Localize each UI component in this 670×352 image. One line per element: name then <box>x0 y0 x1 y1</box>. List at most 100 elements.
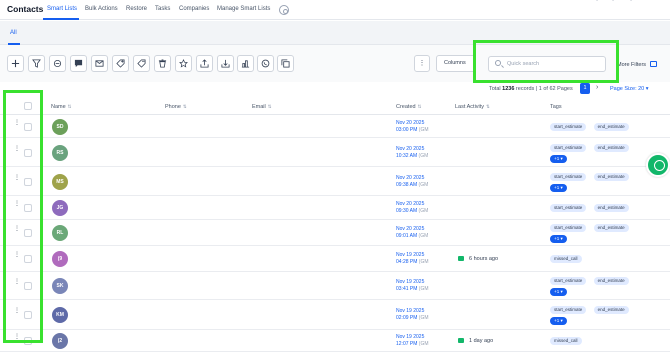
avatar[interactable]: SK <box>52 278 68 294</box>
created-date: Nov 19 2025 <box>396 279 425 285</box>
filter-icon[interactable] <box>28 55 45 72</box>
last-activity: 6 hours ago <box>458 256 498 262</box>
avatar[interactable]: JG <box>52 200 68 216</box>
tag-chip[interactable]: end_estimate <box>593 204 629 212</box>
tag-chip[interactable]: start_estimate <box>550 143 587 152</box>
tag-chip[interactable]: end_estimate <box>593 306 629 314</box>
more-tags-button[interactable]: +1 ▾ <box>550 183 567 192</box>
tag-chip[interactable]: start_estimate <box>550 277 587 285</box>
table-row[interactable]: ⋮ RS Nov 20 2025 10:32 AM (GM start_estimate… <box>0 138 670 167</box>
created-date: Nov 19 2025 <box>396 252 425 258</box>
created-time: 12:07 PM (GM <box>396 341 429 347</box>
avatar[interactable]: SD <box>52 119 68 135</box>
copy-icon[interactable] <box>277 55 294 72</box>
tab-manage-smart-lists[interactable]: Manage Smart Lists <box>217 6 270 12</box>
table-row[interactable]: ⋮ MS Nov 20 2025 09:38 AM (GM start_estimate… <box>0 167 670 196</box>
message-icon[interactable] <box>70 55 87 72</box>
tag-chip[interactable]: missed_call <box>550 337 582 345</box>
columns-button[interactable]: Columns <box>436 55 476 72</box>
created-date: Nov 20 2025 <box>396 226 425 232</box>
created-time: 09:30 AM (GM <box>396 208 429 214</box>
tab-tasks[interactable]: Tasks <box>155 6 170 12</box>
export-icon[interactable] <box>196 55 213 72</box>
more-tags-button[interactable]: +1 ▾ <box>550 317 567 325</box>
created-date: Nov 20 2025 <box>396 174 425 181</box>
column-header-created[interactable]: Created ⇅ <box>396 104 421 110</box>
tag-chip[interactable]: end_estimate <box>593 277 629 285</box>
chat-icon <box>458 338 464 344</box>
table-row[interactable]: ⋮ SK Nov 19 2025 03:41 PM (GM start_estimate… <box>0 272 670 300</box>
avatar[interactable]: (9 <box>52 251 68 267</box>
page-size-select[interactable]: Page Size: 20 ▾ <box>610 86 649 92</box>
chat-widget-button[interactable] <box>646 153 670 177</box>
current-page-button[interactable]: 1 <box>580 83 590 94</box>
column-header-tags: Tags <box>550 104 562 110</box>
column-header-email[interactable]: Email ⇅ <box>252 104 272 110</box>
tag-chip[interactable]: missed_call <box>550 255 582 263</box>
more-tags-button[interactable]: +1 ▾ <box>550 235 567 243</box>
more-filters-button[interactable]: More Filters <box>617 62 646 68</box>
selection-column-highlight-box <box>3 90 43 343</box>
active-tab-indicator <box>43 18 79 20</box>
table-header: Name ⇅ Phone ⇅ Email ⇅ Created ⇅ Last Activi… <box>0 98 670 115</box>
page-title: Contacts <box>7 4 44 14</box>
tag-add-icon[interactable] <box>112 55 129 72</box>
tab-bulk-actions[interactable]: Bulk Actions <box>85 6 118 12</box>
more-tags-button[interactable]: +1 ▾ <box>550 154 567 163</box>
search-highlight-box <box>473 40 619 83</box>
created-time: 03:00 PM (GM <box>396 127 429 133</box>
tag-chip[interactable]: end_estimate <box>593 123 629 131</box>
table-row[interactable]: ⋮ KM Nov 19 2025 02:09 PM (GM start_estimate… <box>0 300 670 330</box>
avatar[interactable]: KM <box>52 307 68 323</box>
chart-icon[interactable] <box>237 55 254 72</box>
whatsapp-icon[interactable] <box>257 55 274 72</box>
chat-icon <box>458 256 464 262</box>
table-row[interactable]: ⋮ (9 Nov 19 2025 04:28 PM (GM 6 hours ago mis… <box>0 246 670 272</box>
tab-smart-lists[interactable]: Smart Lists <box>47 6 77 12</box>
table-row[interactable]: ⋮ SD Nov 20 2025 03:00 PM (GM start_estimate… <box>0 116 670 138</box>
delete-icon[interactable] <box>154 55 171 72</box>
created-time: 03:41 PM (GM <box>396 286 429 292</box>
tag-remove-icon[interactable] <box>133 55 150 72</box>
filter-settings-icon[interactable] <box>650 61 657 67</box>
created-date: Nov 19 2025 <box>396 334 425 340</box>
avatar[interactable]: RS <box>52 144 68 161</box>
column-header-name[interactable]: Name ⇅ <box>51 104 71 110</box>
dot-icon: • <box>596 0 599 4</box>
email-icon[interactable] <box>91 55 108 72</box>
gear-icon[interactable] <box>279 5 289 15</box>
column-header-last-activity[interactable]: Last Activity ⇅ <box>455 104 490 110</box>
tag-chip[interactable]: start_estimate <box>550 123 587 131</box>
tag-chip[interactable]: start_estimate <box>550 306 587 314</box>
created-date: Nov 20 2025 <box>396 201 425 207</box>
avatar[interactable]: MS <box>52 173 68 190</box>
import-icon[interactable] <box>217 55 234 72</box>
tab-restore[interactable]: Restore <box>126 6 147 12</box>
created-time: 09:01 AM (GM <box>396 233 429 239</box>
table-row[interactable]: ⋮ JG Nov 20 2025 09:30 AM (GM start_estimate… <box>0 196 670 220</box>
tag-chip[interactable]: end_estimate <box>593 172 629 181</box>
column-header-phone[interactable]: Phone ⇅ <box>165 104 187 110</box>
tag-chip[interactable]: end_estimate <box>593 143 629 152</box>
table-row[interactable]: ⋮ RL Nov 20 2025 09:01 AM (GM start_estimate… <box>0 220 670 246</box>
pagination-bar: Total 1236 records | 1 of 62 Pages 1 › P… <box>0 83 670 97</box>
next-page-icon[interactable]: › <box>596 84 598 91</box>
top-nav-bar: Contacts Smart Lists Bulk Actions Restor… <box>0 0 670 20</box>
avatar[interactable]: RL <box>52 225 68 241</box>
created-time: 10:32 AM (GM <box>396 152 429 159</box>
tag-chip[interactable]: end_estimate <box>593 224 629 232</box>
more-tags-button[interactable]: +1 ▾ <box>550 288 567 296</box>
tab-all[interactable]: All <box>10 30 17 36</box>
pipeline-icon[interactable] <box>49 55 66 72</box>
tag-chip[interactable]: start_estimate <box>550 172 587 181</box>
dot-icon: • <box>612 0 615 4</box>
tag-chip[interactable]: start_estimate <box>550 204 587 212</box>
avatar[interactable]: (2 <box>52 333 68 349</box>
star-icon[interactable] <box>175 55 192 72</box>
more-options-button[interactable]: ⋮ <box>414 55 430 72</box>
tag-chip[interactable]: start_estimate <box>550 224 587 232</box>
plus-icon[interactable] <box>7 55 24 72</box>
records-summary: Total 1236 records | 1 of 62 Pages <box>489 86 573 92</box>
tab-companies[interactable]: Companies <box>179 6 209 12</box>
created-time: 02:09 PM (GM <box>396 315 429 321</box>
